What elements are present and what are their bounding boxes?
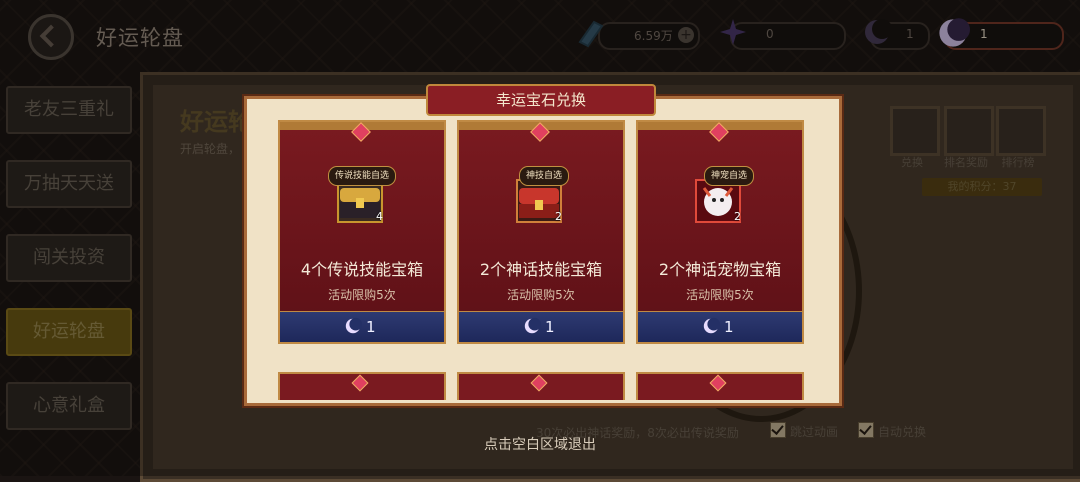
buy-button[interactable]: 1 bbox=[280, 311, 444, 342]
item-quantity: 2 bbox=[555, 210, 562, 223]
purchase-limit: 活动限购5次 bbox=[686, 288, 754, 302]
lucky-moon-icon bbox=[939, 18, 970, 47]
exit-hint: 点击空白区域退出 bbox=[484, 437, 596, 453]
card-name: 2个神话技能宝箱 bbox=[479, 260, 603, 279]
exchange-card-partial[interactable] bbox=[636, 372, 804, 400]
lucky-moon-icon bbox=[345, 317, 362, 334]
buy-button[interactable]: 1 bbox=[459, 311, 623, 342]
card-tag: 神宠自选 bbox=[704, 166, 755, 186]
rank-reward-label: 排名奖励 bbox=[944, 156, 988, 169]
page-title: 好运轮盘 bbox=[96, 26, 184, 50]
back-button[interactable] bbox=[28, 14, 74, 60]
buy-button[interactable]: 1 bbox=[638, 311, 802, 342]
crystal-count: 6.59万 bbox=[634, 29, 673, 43]
crystal-icon bbox=[578, 20, 604, 48]
my-score: 我的积分：37 bbox=[922, 178, 1042, 196]
card-tag: 传说技能自选 bbox=[328, 166, 397, 186]
price: 1 bbox=[724, 318, 734, 336]
lucky-moon-icon bbox=[524, 317, 541, 334]
exchange-card-partial[interactable] bbox=[278, 372, 446, 400]
panel-title: 好运轮 bbox=[180, 108, 252, 136]
exchange-label: 兑换 bbox=[901, 156, 923, 169]
resource-crystal: 6.59万 + bbox=[598, 22, 700, 50]
exchange-card[interactable]: 神宠自选 2 2个神话宠物宝箱 活动限购5次 1 bbox=[636, 120, 804, 344]
gem-icon bbox=[351, 374, 369, 392]
lucky-moon-count: 1 bbox=[980, 27, 988, 41]
price: 1 bbox=[545, 318, 555, 336]
modal-title: 幸运宝石兑换 bbox=[426, 84, 656, 116]
add-crystal-button[interactable]: + bbox=[678, 27, 694, 43]
leaderboard-button[interactable] bbox=[996, 106, 1046, 156]
sidebar-item-stage-invest[interactable]: 闯关投资 bbox=[6, 234, 132, 282]
exchange-button[interactable] bbox=[890, 106, 940, 156]
sidebar-item-gift-box[interactable]: 心意礼盒 bbox=[6, 382, 132, 430]
panel-subtitle: 开启轮盘， bbox=[180, 142, 241, 156]
top-bar: 好运轮盘 6.59万 + 0 1 1 bbox=[0, 0, 1080, 70]
sidebar-item-lucky-wheel[interactable]: 好运轮盘 bbox=[6, 308, 132, 356]
item-quantity: 2 bbox=[734, 210, 741, 223]
rank-reward-button[interactable] bbox=[944, 106, 994, 156]
purchase-limit: 活动限购5次 bbox=[507, 288, 575, 302]
price: 1 bbox=[366, 318, 376, 336]
sidebar-item-daily-draws[interactable]: 万抽天天送 bbox=[6, 160, 132, 208]
card-name: 2个神话宠物宝箱 bbox=[658, 260, 782, 279]
sidebar-item-label: 好运轮盘 bbox=[33, 321, 105, 342]
sidebar-item-label: 万抽天天送 bbox=[24, 173, 114, 194]
card-name: 4个传说技能宝箱 bbox=[300, 260, 424, 279]
moon-icon bbox=[865, 19, 892, 44]
purchase-limit: 活动限购5次 bbox=[328, 288, 396, 302]
sidebar-item-label: 老友三重礼 bbox=[24, 99, 114, 120]
gem-icon bbox=[709, 374, 727, 392]
exchange-card-partial[interactable] bbox=[457, 372, 625, 400]
card-tag: 神技自选 bbox=[519, 166, 570, 186]
lucky-moon-icon bbox=[703, 317, 720, 334]
item-quantity: 4 bbox=[376, 210, 383, 223]
exchange-card[interactable]: 神技自选 2 2个神话技能宝箱 活动限购5次 1 bbox=[457, 120, 625, 344]
moon-count: 1 bbox=[906, 27, 914, 41]
leaderboard-label: 排行榜 bbox=[1001, 156, 1035, 169]
star-gem-icon bbox=[720, 19, 746, 45]
gem-icon bbox=[530, 374, 548, 392]
sidebar-item-label: 闯关投资 bbox=[33, 247, 105, 268]
sidebar-item-label: 心意礼盒 bbox=[33, 395, 105, 416]
star-count: 0 bbox=[766, 27, 774, 41]
sidebar-item-old-friends[interactable]: 老友三重礼 bbox=[6, 86, 132, 134]
exchange-card[interactable]: 传说技能自选 4 4个传说技能宝箱 活动限购5次 1 bbox=[278, 120, 446, 344]
